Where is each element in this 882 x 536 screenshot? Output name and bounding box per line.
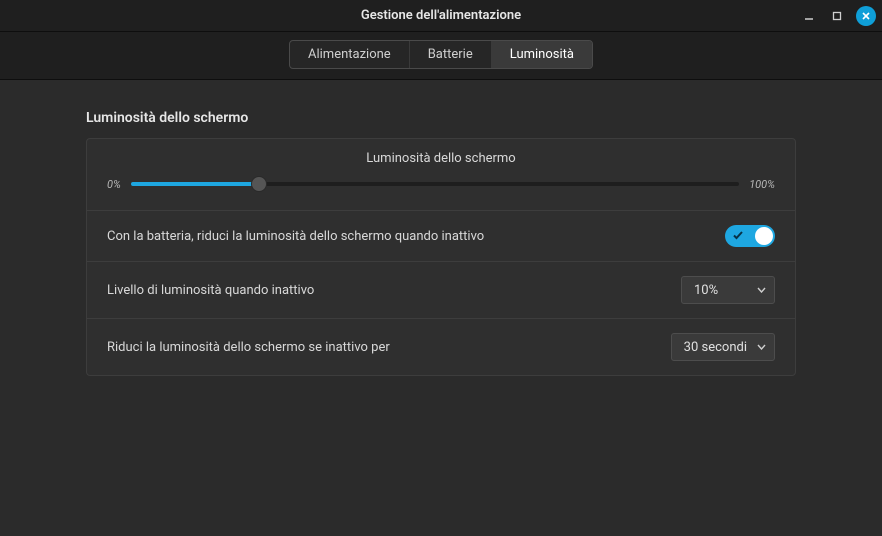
check-icon — [732, 229, 744, 243]
tab-batterie[interactable]: Batterie — [410, 41, 492, 68]
slider-thumb[interactable] — [251, 176, 267, 192]
minimize-button[interactable] — [800, 7, 818, 25]
tabbar: Alimentazione Batterie Luminosità — [289, 40, 593, 69]
reduce-on-battery-toggle[interactable] — [725, 225, 775, 247]
section-title: Luminosità dello schermo — [86, 110, 796, 126]
row-reduce-on-battery: Con la batteria, riduci la luminosità de… — [87, 211, 795, 262]
content: Luminosità dello schermo Luminosità dell… — [0, 80, 882, 396]
brightness-slider-row: 0% 100% — [87, 174, 795, 211]
idle-level-dropdown[interactable]: 10% — [681, 276, 775, 304]
brightness-slider[interactable] — [131, 174, 739, 194]
idle-after-value: 30 secondi — [684, 340, 747, 355]
reduce-on-battery-label: Con la batteria, riduci la luminosità de… — [107, 229, 484, 244]
chevron-down-icon — [757, 344, 766, 350]
slider-fill — [131, 182, 259, 186]
toggle-knob — [755, 227, 773, 245]
titlebar: Gestione dell'alimentazione — [0, 0, 882, 32]
maximize-button[interactable] — [828, 7, 846, 25]
close-button[interactable] — [856, 6, 876, 26]
idle-level-value: 10% — [694, 283, 718, 298]
slider-min-label: 0% — [107, 178, 121, 191]
tab-alimentazione[interactable]: Alimentazione — [290, 41, 410, 68]
tabbar-container: Alimentazione Batterie Luminosità — [0, 32, 882, 80]
chevron-down-icon — [757, 287, 766, 293]
row-idle-after: Riduci la luminosità dello schermo se in… — [87, 319, 795, 375]
tab-luminosita[interactable]: Luminosità — [492, 41, 592, 68]
brightness-panel-title: Luminosità dello schermo — [87, 139, 795, 174]
idle-level-label: Livello di luminosità quando inattivo — [107, 283, 314, 298]
brightness-panel: Luminosità dello schermo 0% 100% Con la … — [86, 138, 796, 376]
idle-after-dropdown[interactable]: 30 secondi — [671, 333, 775, 361]
idle-after-label: Riduci la luminosità dello schermo se in… — [107, 340, 390, 355]
row-idle-level: Livello di luminosità quando inattivo 10… — [87, 262, 795, 319]
slider-max-label: 100% — [749, 178, 775, 191]
slider-track — [131, 182, 739, 186]
window-title: Gestione dell'alimentazione — [361, 8, 521, 23]
window-controls — [800, 0, 876, 32]
